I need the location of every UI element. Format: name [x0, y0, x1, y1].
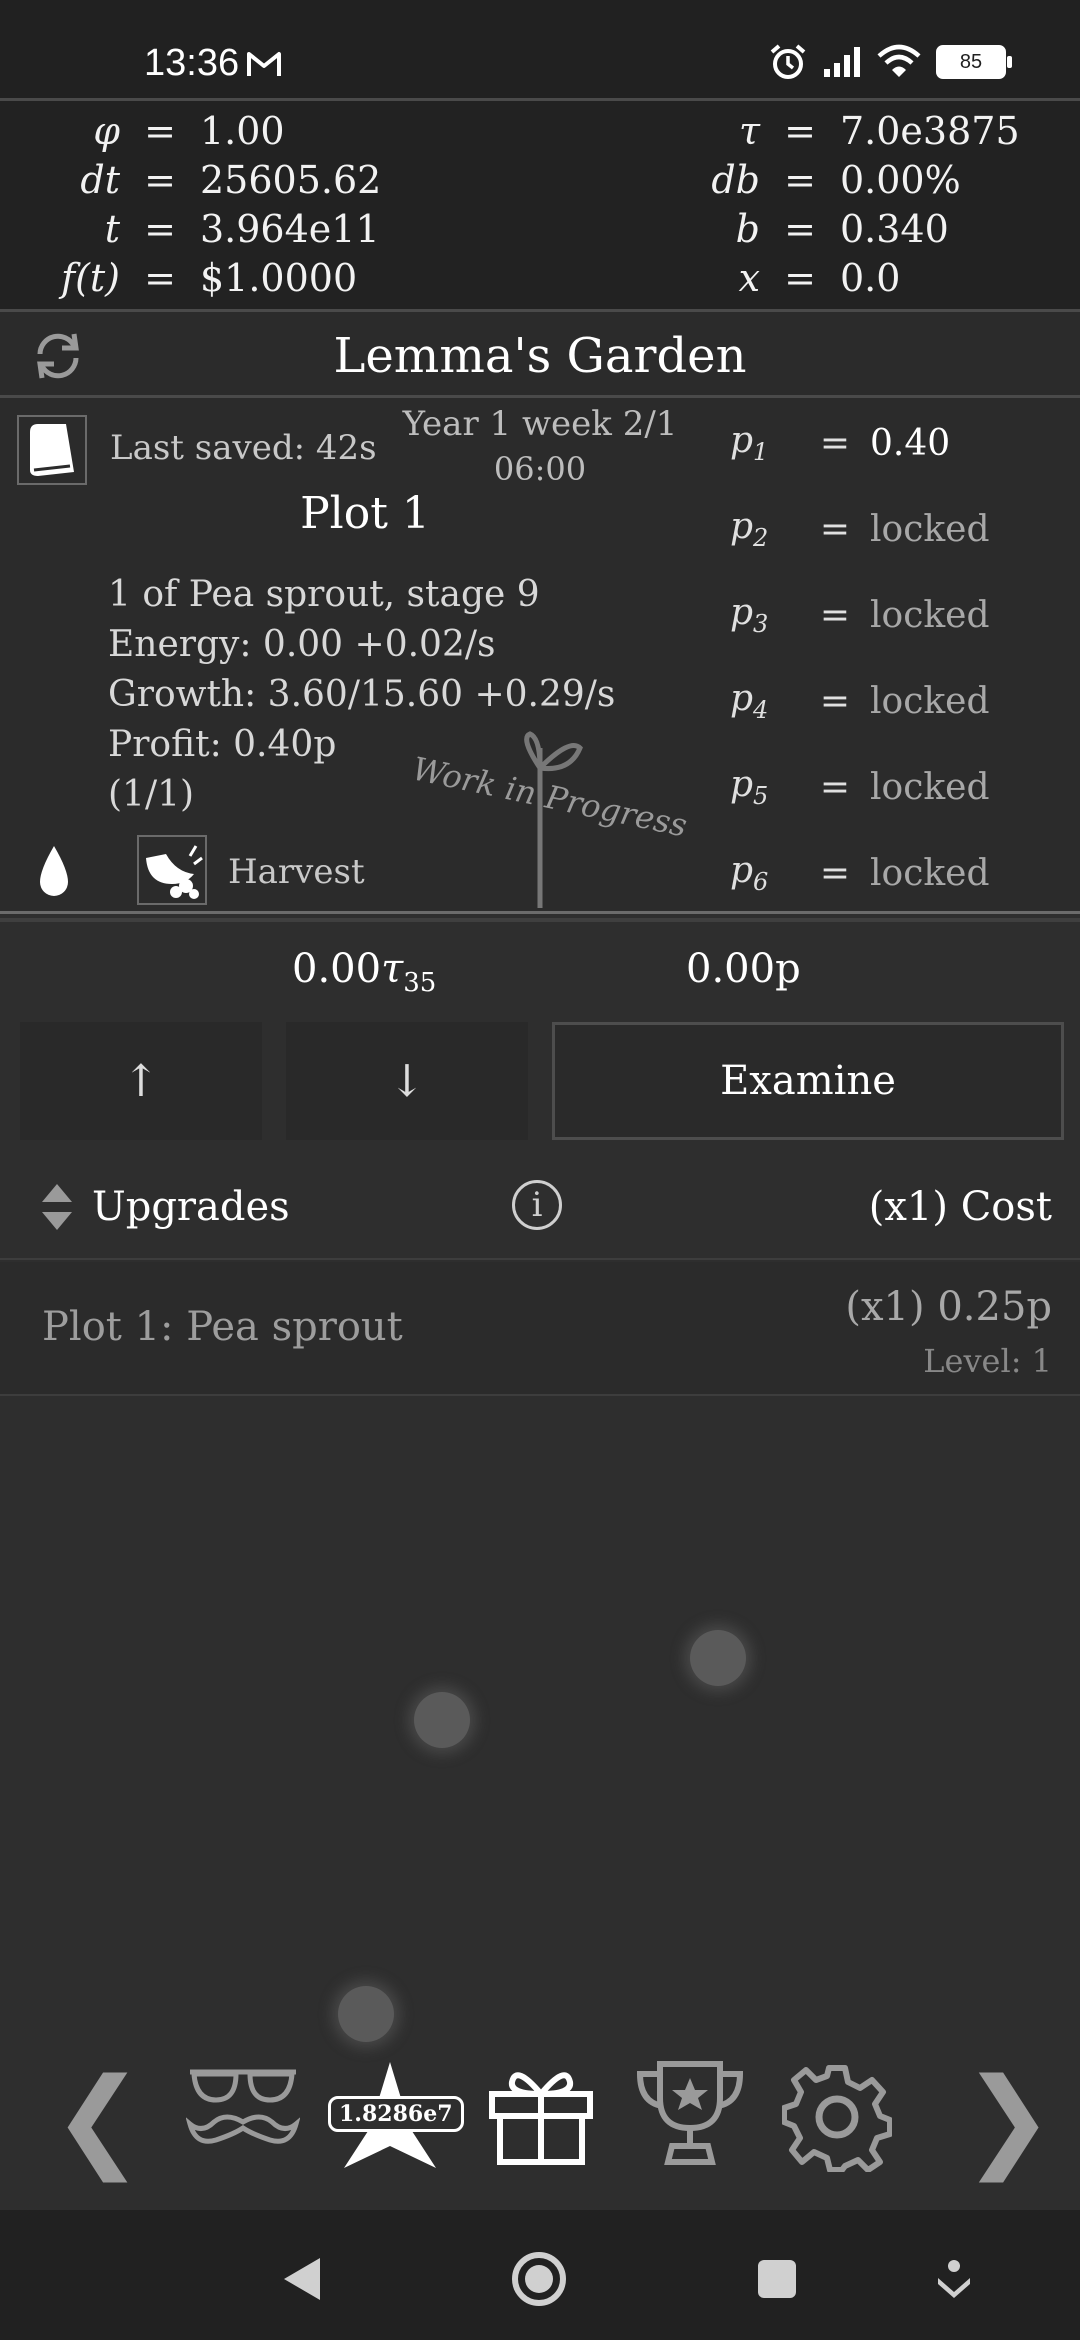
plot-title: Plot 1	[300, 488, 430, 539]
gmail-icon	[247, 52, 281, 76]
keyboard-hide-icon[interactable]	[934, 2258, 974, 2302]
variable-x: x = 0.0	[738, 256, 901, 300]
param-p6: p6 = locked	[730, 850, 990, 897]
upgrades-header: Upgrades i (x1) Cost	[0, 1160, 1080, 1260]
upgrade-name: Plot 1: Pea sprout	[42, 1304, 403, 1350]
variable-t: t = 3.964e11	[104, 207, 380, 251]
cornucopia-icon[interactable]	[136, 834, 208, 906]
trophy-icon[interactable]	[634, 2058, 746, 2168]
move-down-button[interactable]: ↓	[286, 1022, 528, 1140]
recents-icon[interactable]	[756, 2258, 798, 2300]
move-up-button[interactable]: ↑	[20, 1022, 262, 1140]
status-time: 13:36	[144, 42, 240, 84]
param-p2: p2 = locked	[730, 506, 990, 553]
game-date: Year 1 week 2/1	[402, 404, 678, 444]
plot-info-growth: Growth: 3.60/15.60 +0.29/s	[108, 674, 616, 715]
garden-panel: Last saved: 42s Year 1 week 2/1 06:00 Pl…	[0, 398, 1080, 914]
bottom-nav: ❮ 1.8286e7 ❯	[0, 2000, 1080, 2210]
signal-icon	[824, 47, 860, 77]
param-p4: p4 = locked	[730, 678, 990, 725]
variable-tau: τ = 7.0e3875	[738, 109, 1020, 153]
plot-info-profit: Profit: 0.40p	[108, 724, 337, 765]
next-arrow[interactable]: ❯	[962, 2054, 1054, 2182]
plot-info-energy: Energy: 0.00 +0.02/s	[108, 624, 496, 665]
upgrade-cost: (x1) 0.25p	[845, 1284, 1052, 1330]
examine-button[interactable]: Examine	[552, 1022, 1064, 1140]
status-icons: 85	[768, 42, 1012, 82]
last-saved: Last saved: 42s	[110, 428, 377, 468]
alarm-icon	[770, 44, 806, 79]
p-currency: 0.00p	[686, 946, 801, 992]
variable-phi: φ = 1.00	[93, 109, 285, 153]
back-icon[interactable]	[280, 2254, 324, 2304]
wifi-icon	[877, 44, 921, 77]
status-bar: 13:36 85	[0, 0, 1080, 98]
water-drop-icon[interactable]	[34, 844, 74, 902]
cost-header: (x1) Cost	[868, 1184, 1052, 1230]
gift-icon[interactable]	[486, 2060, 596, 2166]
home-icon[interactable]	[510, 2250, 568, 2308]
info-icon[interactable]: i	[512, 1180, 562, 1230]
prev-arrow[interactable]: ❮	[52, 2054, 144, 2182]
touch-indicator	[414, 1692, 470, 1748]
variables-panel: φ = 1.00 dt = 25605.62 t = 3.964e11 f(t) = $1.00…	[0, 98, 1080, 312]
tau-currency: 0.00τ35	[292, 946, 437, 998]
page-title: Lemma's Garden	[333, 328, 747, 384]
divider	[0, 918, 1080, 922]
sort-icon[interactable]	[40, 1182, 74, 1232]
star-count-badge: 1.8286e7	[328, 2096, 464, 2132]
book-icon[interactable]	[16, 414, 88, 486]
upgrade-item[interactable]: Plot 1: Pea sprout (x1) 0.25p Level: 1	[0, 1262, 1080, 1396]
variable-dt: dt = 25605.62	[80, 158, 382, 202]
upgrade-level: Level: 1	[923, 1342, 1052, 1380]
sunglasses-mustache-icon[interactable]	[186, 2064, 300, 2152]
param-p1: p1 = 0.40	[730, 420, 951, 467]
title-bar: Lemma's Garden	[0, 312, 1080, 398]
plot-info-count: (1/1)	[108, 774, 195, 815]
param-p5: p5 = locked	[730, 764, 990, 811]
param-p3: p3 = locked	[730, 592, 990, 639]
game-time: 06:00	[493, 450, 587, 488]
system-navigation-bar	[0, 2210, 1080, 2340]
variable-db: db = 0.00%	[711, 158, 961, 202]
plot-info-species: 1 of Pea sprout, stage 9	[108, 574, 540, 615]
upgrades-title: Upgrades	[92, 1184, 290, 1230]
harvest-label[interactable]: Harvest	[228, 852, 365, 892]
touch-indicator	[690, 1630, 746, 1686]
battery-icon: 85	[936, 45, 1012, 79]
variable-b: b = 0.340	[735, 207, 949, 251]
gear-icon[interactable]	[782, 2062, 892, 2172]
variable-ft: f(t) = $1.0000	[61, 256, 358, 300]
